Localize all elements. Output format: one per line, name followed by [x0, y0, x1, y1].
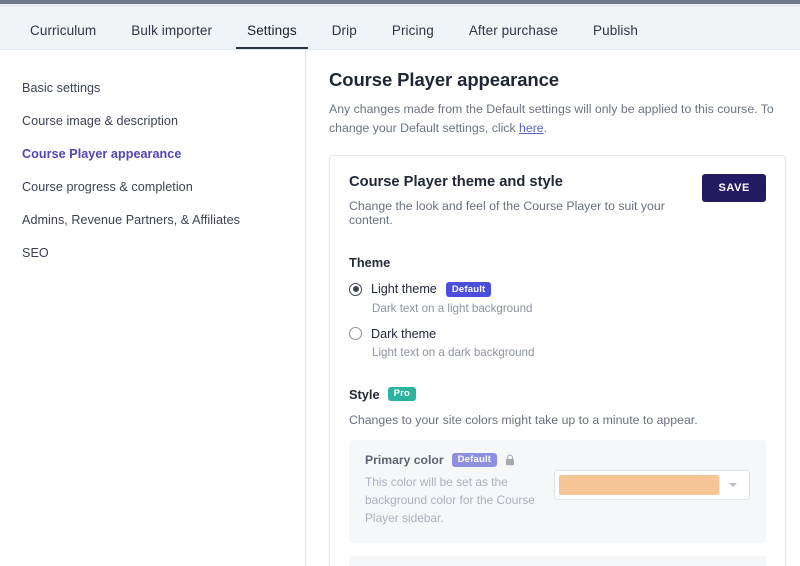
page-description-tail: .: [543, 121, 548, 136]
tab-curriculum[interactable]: Curriculum: [30, 23, 96, 49]
primary-color-default-badge: Default: [451, 452, 498, 468]
style-section-title: Style: [349, 386, 380, 402]
tab-drip[interactable]: Drip: [332, 23, 357, 49]
page-description-text: Any changes made from the Default settin…: [329, 102, 774, 136]
theme-section-label: Theme: [349, 255, 766, 270]
font-setting: Font Default This will change the defaul…: [349, 555, 766, 566]
tab-settings[interactable]: Settings: [236, 23, 308, 49]
tab-publish[interactable]: Publish: [593, 23, 638, 49]
sidebar-item-course-image-description[interactable]: Course image & description: [22, 104, 305, 137]
card-header: Course Player theme and style Change the…: [349, 174, 766, 227]
save-button[interactable]: SAVE: [702, 174, 766, 203]
card-header-text: Course Player theme and style Change the…: [349, 174, 702, 227]
app-window: Curriculum Bulk importer Settings Drip P…: [0, 0, 800, 566]
page-title: Course Player appearance: [329, 69, 559, 90]
tab-pricing[interactable]: Pricing: [392, 23, 434, 49]
theme-and-style-card: Course Player theme and style Change the…: [329, 155, 786, 566]
radio-light-theme[interactable]: Light theme Default: [349, 282, 766, 297]
sidebar-item-seo[interactable]: SEO: [22, 236, 305, 269]
primary-color-left: Primary color Default This color will be…: [365, 452, 538, 528]
lock-icon: [505, 454, 515, 466]
page-body: Basic settings Course image & descriptio…: [0, 50, 800, 566]
card-title: Course Player theme and style: [349, 174, 563, 191]
card-description: Change the look and feel of the Course P…: [349, 199, 665, 228]
radio-dark-theme-input[interactable]: [349, 327, 362, 341]
sidebar-item-basic-settings[interactable]: Basic settings: [22, 71, 305, 104]
main-content: Course Player appearance Any changes mad…: [306, 50, 800, 566]
sidebar-item-admins-revenue-partners-affiliates[interactable]: Admins, Revenue Partners, & Affiliates: [22, 203, 305, 236]
page-description: Any changes made from the Default settin…: [329, 100, 786, 138]
settings-sidebar: Basic settings Course image & descriptio…: [0, 50, 306, 566]
radio-light-theme-help: Dark text on a light background: [372, 301, 533, 315]
primary-color-picker[interactable]: [554, 469, 750, 500]
pro-badge: Pro: [387, 386, 417, 402]
sidebar-item-course-player-appearance[interactable]: Course Player appearance: [22, 137, 305, 170]
radio-light-theme-input[interactable]: [349, 282, 362, 296]
primary-color-right: [554, 453, 750, 500]
primary-color-setting: Primary color Default This color will be…: [349, 439, 766, 543]
theme-section-title: Theme: [349, 255, 391, 271]
radio-dark-theme-label: Dark theme: [371, 326, 437, 341]
light-theme-default-badge: Default: [445, 282, 492, 297]
tab-bulk-importer[interactable]: Bulk importer: [131, 23, 212, 49]
primary-color-title-row: Primary color Default: [365, 452, 538, 468]
radio-dark-theme-help: Light text on a dark background: [372, 345, 535, 359]
primary-color-swatch[interactable]: [559, 474, 719, 495]
sidebar-item-course-progress-completion[interactable]: Course progress & completion: [22, 170, 305, 203]
radio-dark-theme[interactable]: Dark theme: [349, 327, 766, 341]
chevron-down-icon[interactable]: [719, 474, 745, 495]
style-description: Changes to your site colors might take u…: [349, 412, 698, 427]
style-section-label: Style Pro: [349, 387, 766, 402]
primary-color-help: This color will be set as the background…: [365, 475, 535, 525]
course-tab-bar: Curriculum Bulk importer Settings Drip P…: [0, 7, 800, 50]
default-settings-link[interactable]: here: [519, 121, 544, 135]
tab-after-purchase[interactable]: After purchase: [469, 23, 558, 49]
radio-light-theme-label: Light theme: [371, 282, 437, 297]
primary-color-label: Primary color: [365, 452, 444, 467]
